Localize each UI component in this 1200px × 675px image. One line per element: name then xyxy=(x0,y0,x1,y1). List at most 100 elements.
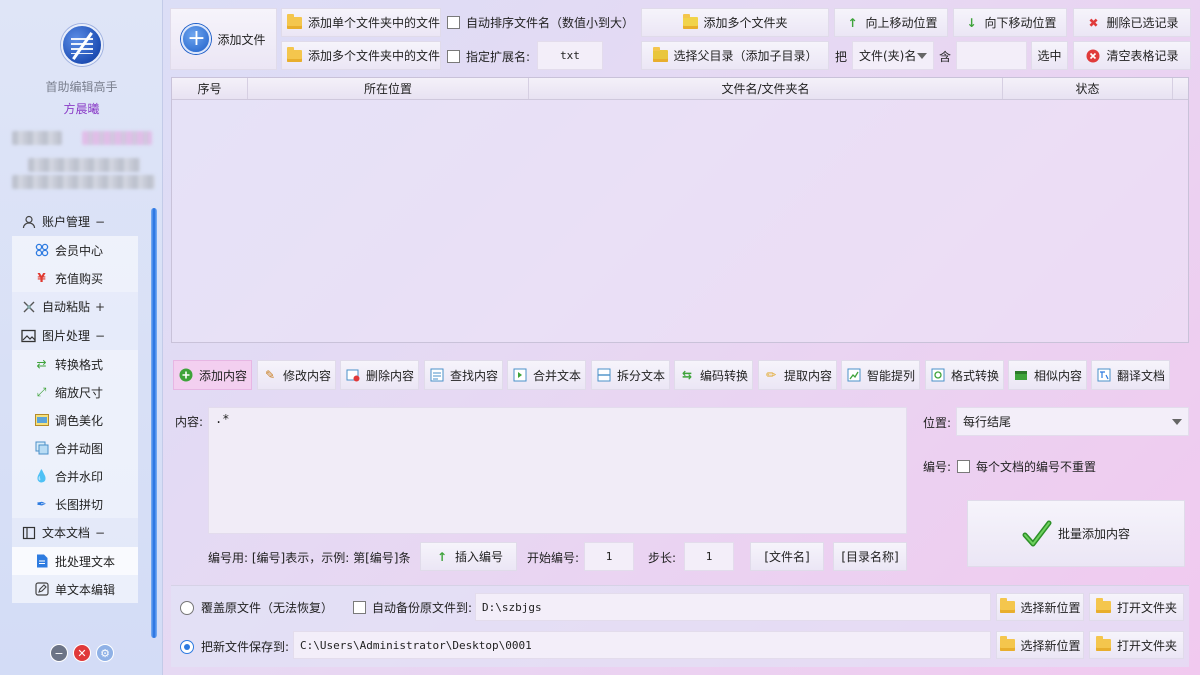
select-parent-dir-button[interactable]: 选择父目录（添加子目录） xyxy=(641,41,829,70)
nav-group-auto-paste[interactable]: 自动粘贴 + xyxy=(12,292,138,321)
auto-sort-checkbox[interactable]: 自动排序文件名（数值小到大） xyxy=(447,14,634,31)
user-name[interactable]: 方晨曦 xyxy=(0,100,163,117)
insert-dirname-button[interactable]: [目录名称] xyxy=(833,542,907,571)
column-header-location[interactable]: 所在位置 xyxy=(248,78,529,99)
sidebar-item-batch-text[interactable]: 批处理文本 xyxy=(12,547,138,575)
add-single-folder-button[interactable]: 添加单个文件夹中的文件 xyxy=(281,8,441,37)
save-path-input[interactable]: C:\Users\Administrator\Desktop\0001 xyxy=(293,631,991,659)
checkbox[interactable] xyxy=(957,460,970,473)
filter-value-input[interactable] xyxy=(956,41,1027,70)
checkbox[interactable] xyxy=(353,601,366,614)
specify-ext-checkbox[interactable]: 指定扩展名: xyxy=(447,48,530,65)
button-label: 添加多个文件夹 xyxy=(703,16,788,30)
sidebar-item-member-center[interactable]: 会员中心 xyxy=(12,236,138,264)
radio-button[interactable] xyxy=(180,639,194,654)
button-label: 添加多个文件夹中的文件 xyxy=(307,49,440,63)
save-new-radio[interactable]: 把新文件保存到: xyxy=(180,638,289,655)
step-input[interactable]: 1 xyxy=(684,542,734,571)
similar-icon xyxy=(1013,367,1029,383)
plus-circle-icon: + xyxy=(181,24,212,54)
tool-find-content[interactable]: 查找内容 xyxy=(424,360,503,390)
number-unique-checkbox[interactable]: 每个文档的编号不重置 xyxy=(957,458,1096,475)
batch-add-content-button[interactable]: 批量添加内容 xyxy=(967,500,1185,567)
move-down-button[interactable]: ↓ 向下移动位置 xyxy=(953,8,1067,37)
sidebar-scrollbar[interactable] xyxy=(151,208,157,638)
redacted-info xyxy=(82,131,152,145)
tool-smart-column[interactable]: 智能提列 xyxy=(841,360,920,390)
redacted-info xyxy=(12,175,155,189)
open-folder-icon xyxy=(1096,636,1112,653)
tool-format-convert[interactable]: 格式转换 xyxy=(925,360,1004,390)
expand-toggle[interactable]: + xyxy=(95,300,105,314)
sidebar-item-label: 批处理文本 xyxy=(55,554,116,569)
start-number-input[interactable]: 1 xyxy=(584,542,634,571)
column-header-index[interactable]: 序号 xyxy=(172,78,248,99)
content-textarea[interactable]: .* xyxy=(208,407,907,534)
extension-input[interactable]: txt xyxy=(537,41,603,70)
sidebar-item-recharge[interactable]: ¥ 充值购买 xyxy=(12,264,138,292)
tool-merge-text[interactable]: 合并文本 xyxy=(507,360,586,390)
nav-group-text-document[interactable]: 文本文档 − xyxy=(12,518,138,547)
collapse-toggle[interactable]: − xyxy=(95,215,105,229)
add-multi-folders-button[interactable]: 添加多个文件夹 xyxy=(641,8,829,37)
tool-extract-content[interactable]: ✏ 提取内容 xyxy=(758,360,837,390)
choose-save-location-button[interactable]: 选择新位置 xyxy=(996,631,1084,659)
insert-number-button[interactable]: ↑ 插入编号 xyxy=(420,542,517,571)
overwrite-radio[interactable]: 覆盖原文件（无法恢复） xyxy=(180,599,333,616)
arrow-up-icon: ↑ xyxy=(436,549,448,564)
add-multi-folder-files-button[interactable]: 添加多个文件夹中的文件 xyxy=(281,41,441,70)
tool-delete-content[interactable]: 删除内容 xyxy=(340,360,419,390)
folder-icon xyxy=(287,13,303,31)
image-icon xyxy=(21,328,36,343)
sidebar-item-label: 缩放尺寸 xyxy=(55,385,104,400)
nav-group-account[interactable]: 账户管理 − xyxy=(12,207,138,236)
column-header-status[interactable]: 状态 xyxy=(1003,78,1173,99)
collapse-toggle[interactable]: − xyxy=(95,526,105,540)
sidebar-item-merge-gif[interactable]: 合并动图 xyxy=(12,434,138,462)
delete-selected-button[interactable]: ✖ 删除已选记录 xyxy=(1073,8,1191,37)
clear-table-button[interactable]: 清空表格记录 xyxy=(1073,41,1191,70)
filter-field-select[interactable]: 文件(夹)名 xyxy=(852,41,934,70)
backup-path-input[interactable]: D:\szbjgs xyxy=(475,593,991,621)
select-matching-button[interactable]: 选中 xyxy=(1031,41,1068,70)
open-save-folder-button[interactable]: 打开文件夹 xyxy=(1089,631,1184,659)
nav-group-image[interactable]: 图片处理 − xyxy=(12,321,138,350)
move-up-button[interactable]: ↑ 向上移动位置 xyxy=(834,8,948,37)
column-header-filename[interactable]: 文件名/文件夹名 xyxy=(529,78,1003,99)
number-hint: 编号用: [编号]表示，示例: 第[编号]条 xyxy=(208,551,411,565)
tool-translate-document[interactable]: 翻译文档 xyxy=(1091,360,1170,390)
checkbox[interactable] xyxy=(447,16,460,29)
select-value: 文件(夹)名 xyxy=(859,49,917,63)
checkbox[interactable] xyxy=(447,50,460,63)
tool-split-text[interactable]: 拆分文本 xyxy=(591,360,670,390)
tool-label: 查找内容 xyxy=(449,368,498,383)
radio-button[interactable] xyxy=(180,600,194,615)
settings-icon[interactable]: ⚙ xyxy=(96,644,114,662)
close-icon[interactable]: ✕ xyxy=(73,644,91,662)
auto-backup-checkbox[interactable]: 自动备份原文件到: xyxy=(353,599,472,616)
sidebar-item-single-text[interactable]: 单文本编辑 xyxy=(12,575,138,603)
collapse-toggle[interactable]: − xyxy=(95,329,105,343)
position-select[interactable]: 每行结尾 xyxy=(956,407,1189,436)
choose-backup-location-button[interactable]: 选择新位置 xyxy=(996,593,1084,621)
add-file-button[interactable]: + 添加文件 xyxy=(170,8,277,70)
document-icon xyxy=(21,525,36,540)
sidebar-item-convert-format[interactable]: ⇄ 转换格式 xyxy=(12,350,138,378)
tool-label: 相似内容 xyxy=(1033,368,1082,383)
minimize-icon[interactable]: − xyxy=(50,644,68,662)
file-table[interactable]: 序号 所在位置 文件名/文件夹名 状态 xyxy=(171,77,1189,343)
tool-add-content[interactable]: 添加内容 xyxy=(173,360,252,390)
tool-modify-content[interactable]: ✎ 修改内容 xyxy=(257,360,336,390)
sidebar-item-long-image[interactable]: ✒ 长图拼切 xyxy=(12,490,138,518)
palette-icon xyxy=(34,413,49,428)
open-backup-folder-button[interactable]: 打开文件夹 xyxy=(1089,593,1184,621)
insert-filename-button[interactable]: [文件名] xyxy=(750,542,824,571)
tool-similar-content[interactable]: 相似内容 xyxy=(1008,360,1087,390)
sidebar-item-label: 合并水印 xyxy=(55,469,104,484)
sidebar-item-color[interactable]: 调色美化 xyxy=(12,406,138,434)
tool-encoding-convert[interactable]: ⇆ 编码转换 xyxy=(674,360,753,390)
sidebar-item-label: 充值购买 xyxy=(55,271,104,286)
sidebar-item-resize[interactable]: ⤢ 缩放尺寸 xyxy=(12,378,138,406)
sidebar-item-watermark[interactable]: 💧 合并水印 xyxy=(12,462,138,490)
button-label: 选择新位置 xyxy=(1020,638,1081,653)
